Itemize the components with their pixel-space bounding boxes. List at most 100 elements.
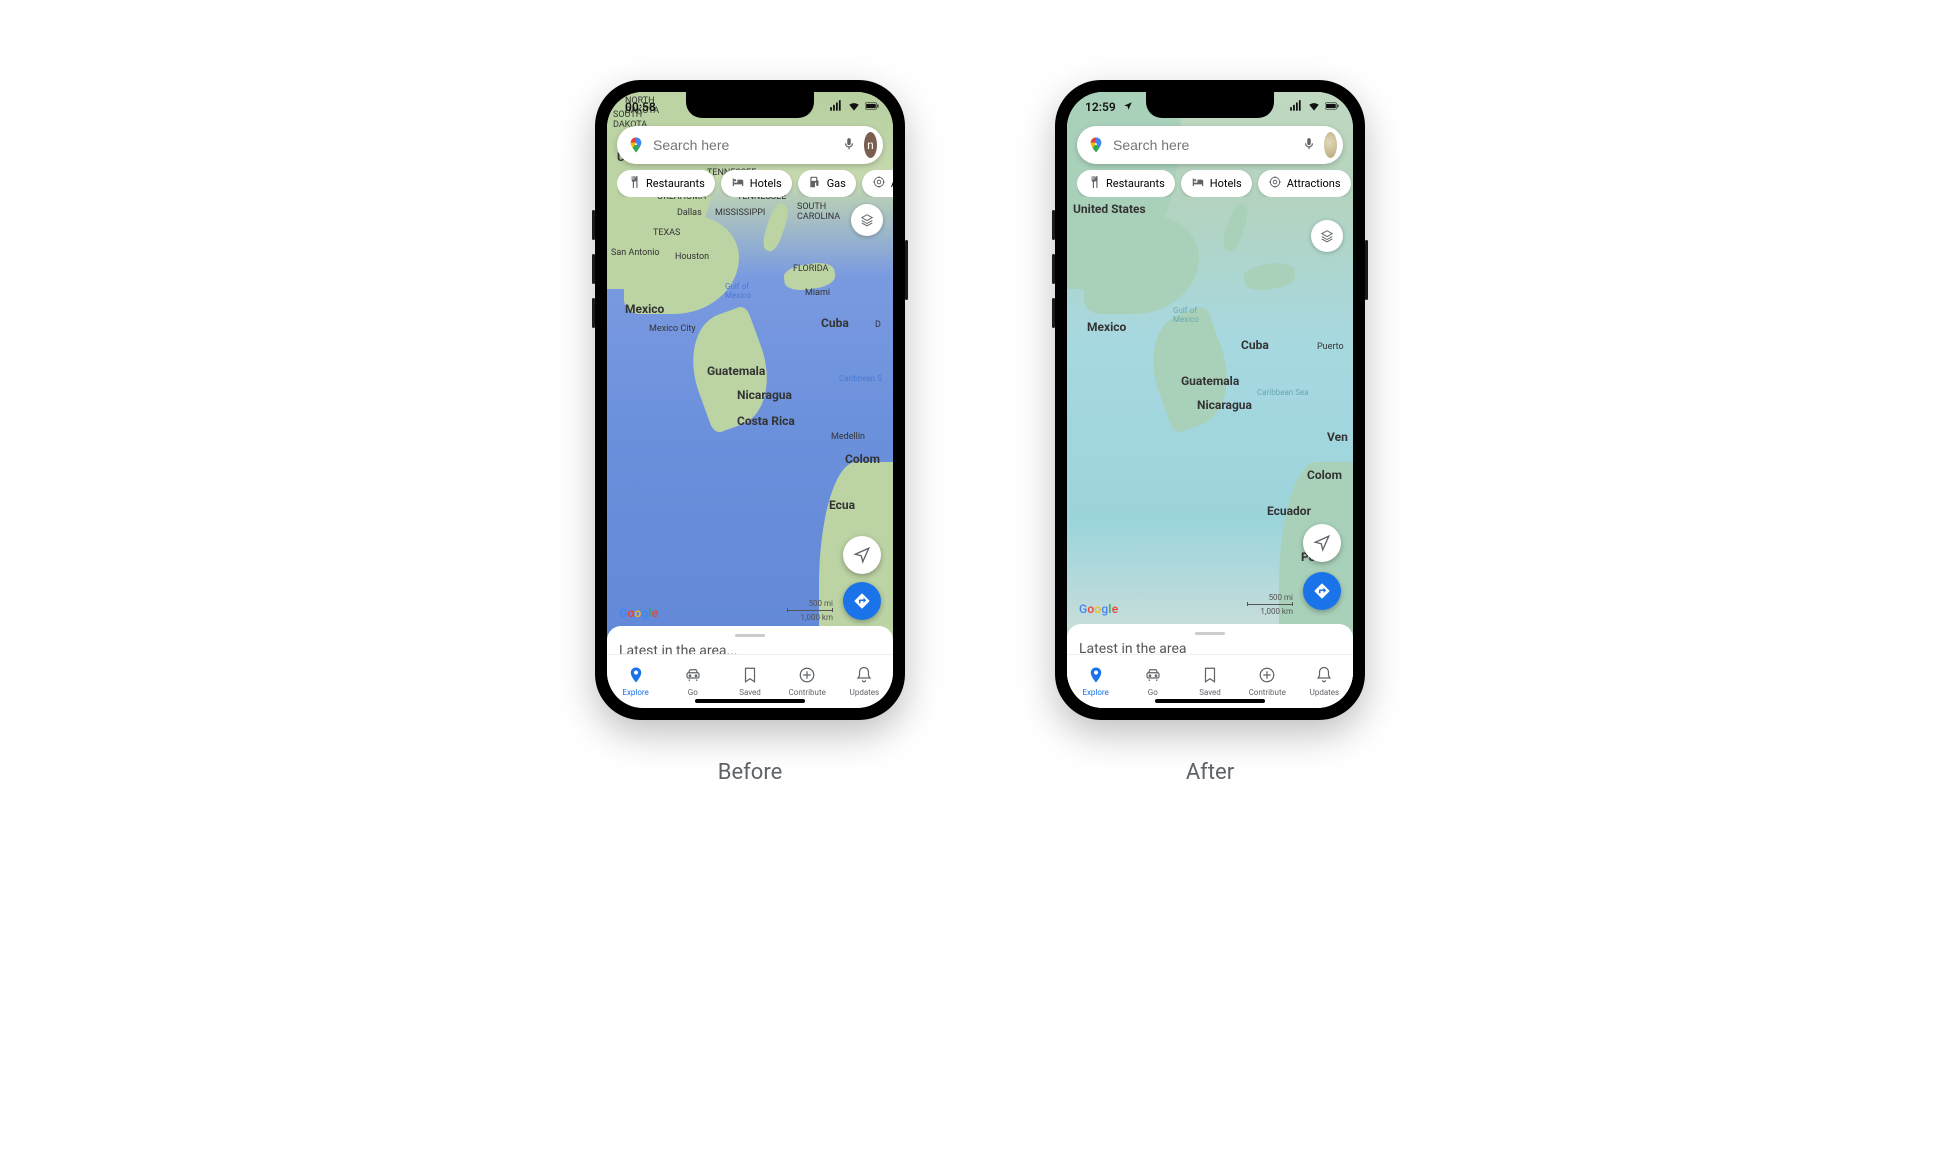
chip-restaurants[interactable]: Restaurants [617, 170, 715, 197]
nav-label: Contribute [789, 688, 826, 697]
bottom-sheet[interactable]: Latest in the area [1067, 624, 1353, 654]
map-label: Caribbean S [839, 374, 882, 383]
phone-frame-before: NORTH DAKOTASOUTH DAKOTAUnited StatesTEN… [595, 80, 905, 720]
nav-label: Explore [622, 688, 648, 697]
layers-icon [860, 213, 874, 227]
sheet-handle[interactable] [1195, 632, 1225, 635]
map-label: Cuba [1241, 338, 1269, 352]
phone-frame-after: United States Gulf of Mexico Mexico Cuba Pue… [1055, 80, 1365, 720]
directions-button[interactable] [843, 582, 881, 620]
chip-label: Restaurants [646, 177, 705, 190]
chip-hotels[interactable]: Hotels [721, 170, 792, 197]
gas-icon [808, 175, 822, 192]
map-label: Mexico [1087, 320, 1126, 334]
nav-explore[interactable]: Explore [607, 655, 664, 708]
layers-button[interactable] [1311, 220, 1343, 252]
category-chips-after: Restaurants Hotels Attractions [1077, 170, 1353, 197]
google-maps-logo-icon [627, 136, 645, 154]
directions-icon [853, 592, 871, 610]
search-input[interactable] [1113, 137, 1294, 153]
chip-attraction[interactable]: Attraction [862, 170, 893, 197]
layers-button[interactable] [851, 204, 883, 236]
location-arrow-icon [853, 546, 871, 564]
google-watermark: Google [1079, 602, 1118, 616]
battery-icon [865, 99, 879, 116]
map-label: Guatemala [1181, 374, 1239, 388]
contribute-icon [1258, 666, 1276, 686]
map-label: Ecua [829, 498, 855, 512]
map-label: Ven [1327, 430, 1348, 444]
nav-label: Explore [1082, 688, 1108, 697]
map-label: Caribbean Sea [1257, 388, 1309, 397]
profile-avatar[interactable] [1324, 132, 1337, 158]
screen-after: United States Gulf of Mexico Mexico Cuba Pue… [1067, 92, 1353, 708]
wifi-icon [1307, 99, 1321, 116]
mic-icon[interactable] [1302, 136, 1316, 155]
map-label: United States [1073, 202, 1146, 216]
map-label: Nicaragua [1197, 398, 1252, 412]
scale-bar: 500 mi1,000 km [1247, 593, 1293, 616]
map-label: Miami [805, 288, 830, 298]
nav-updates[interactable]: Updates [836, 655, 893, 708]
explore-icon [627, 666, 645, 686]
updates-icon [1315, 666, 1333, 686]
explore-icon [1087, 666, 1105, 686]
screen-before: NORTH DAKOTASOUTH DAKOTAUnited StatesTEN… [607, 92, 893, 708]
chip-gas[interactable]: Gas [798, 170, 856, 197]
chip-restaurants[interactable]: Restaurants [1077, 170, 1175, 197]
locate-button[interactable] [843, 536, 881, 574]
map-label: Dallas [677, 208, 702, 218]
home-indicator[interactable] [695, 699, 805, 703]
bottom-sheet[interactable]: Latest in the area... [607, 626, 893, 654]
map-label: Nicaragua [737, 388, 792, 402]
chip-label: Gas [827, 177, 846, 190]
updates-icon [855, 666, 873, 686]
chip-attractions[interactable]: Attractions [1258, 170, 1351, 197]
chip-hotels[interactable]: Hotels [1181, 170, 1252, 197]
google-watermark: Google [619, 606, 658, 620]
map-label: Ecuador [1267, 504, 1311, 518]
profile-avatar[interactable]: n [864, 132, 877, 158]
category-chips-before: Restaurants Hotels Gas Attraction [617, 170, 893, 197]
scale-bar: 500 mi1,000 km [787, 599, 833, 622]
map-label: Mexico City [649, 324, 696, 334]
saved-icon [741, 666, 759, 686]
nav-updates[interactable]: Updates [1296, 655, 1353, 708]
map-label: Puerto [1317, 342, 1344, 352]
notch [1146, 92, 1274, 118]
directions-button[interactable] [1303, 572, 1341, 610]
search-bar[interactable] [1077, 126, 1343, 164]
search-input[interactable] [653, 137, 834, 153]
go-icon [684, 666, 702, 686]
status-time: 12:59 [1085, 100, 1116, 114]
chip-label: Hotels [1210, 177, 1242, 190]
sheet-handle[interactable] [735, 634, 765, 637]
map-label: Houston [675, 252, 709, 262]
mic-icon[interactable] [842, 136, 856, 155]
nav-explore[interactable]: Explore [1067, 655, 1124, 708]
signal-icon [1289, 99, 1303, 116]
map-label: TEXAS [653, 228, 680, 238]
map-label: Guatemala [707, 364, 765, 378]
map-label: Medellin [831, 432, 865, 442]
chip-label: Attraction [891, 177, 893, 190]
directions-icon [1313, 582, 1331, 600]
nav-label: Contribute [1249, 688, 1286, 697]
chip-label: Hotels [750, 177, 782, 190]
nav-label: Saved [1199, 688, 1221, 697]
home-indicator[interactable] [1155, 699, 1265, 703]
location-arrow-icon [1313, 534, 1331, 552]
nav-label: Updates [850, 688, 880, 697]
chip-label: Attractions [1287, 177, 1341, 190]
search-bar[interactable]: n [617, 126, 883, 164]
map-label: MISSISSIPPI [715, 208, 765, 218]
map-label: Gulf of Mexico [1173, 306, 1199, 324]
locate-button[interactable] [1303, 524, 1341, 562]
nav-label: Go [688, 688, 698, 697]
caption-before: Before [718, 760, 783, 785]
map-label: Cuba [821, 316, 849, 330]
map-label: San Antonio [611, 248, 660, 258]
map-label: D [875, 320, 881, 330]
notch [686, 92, 814, 118]
caption-after: After [1186, 760, 1234, 785]
